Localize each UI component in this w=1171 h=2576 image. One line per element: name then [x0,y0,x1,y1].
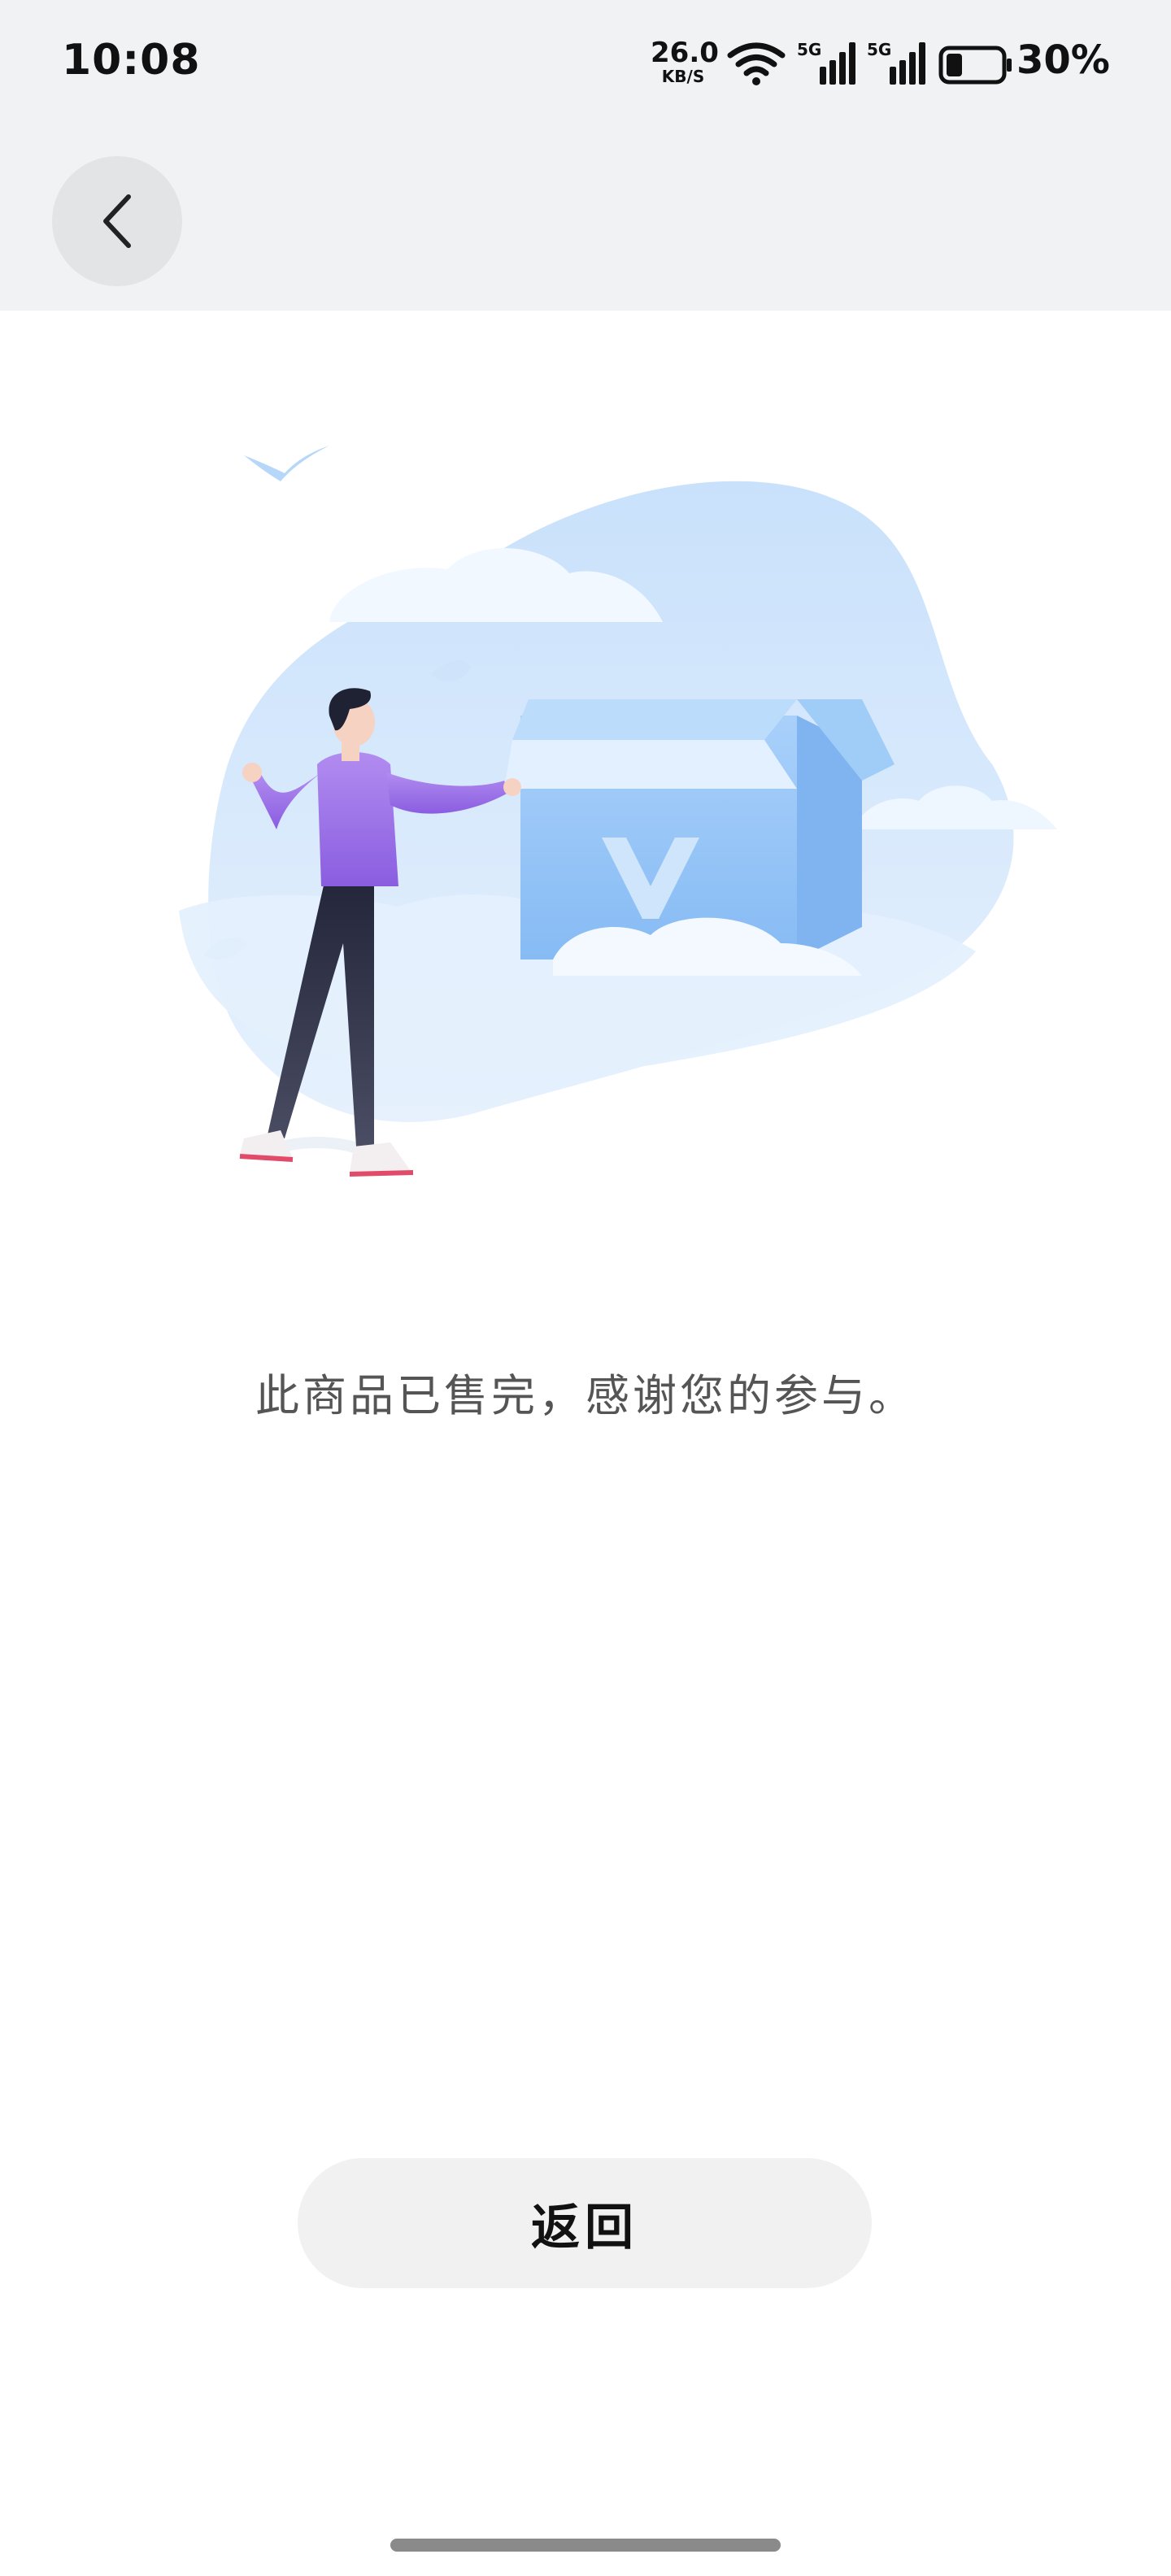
return-button[interactable]: 返回 [298,2158,872,2288]
status-time: 10:08 [62,36,201,85]
network-speed-unit: KB/S [661,67,705,86]
bird-icon [244,446,329,481]
chevron-left-icon [103,194,131,248]
battery-percent: 30% [1016,37,1110,83]
wifi-icon [727,42,786,85]
home-indicator[interactable] [390,2539,781,2552]
sold-out-illustration [179,446,1057,1177]
network-speed-value: 26.0 [651,37,719,69]
gift-box [504,699,895,976]
battery-icon [938,46,1012,85]
cell-signal-icon: 5G [867,40,925,85]
sold-out-message: 此商品已售完，感谢您的参与。 [255,1370,916,1421]
cell-signal-label: 5G [797,40,821,59]
cell-signal-label: 5G [867,40,891,59]
back-button[interactable] [52,156,182,286]
network-speed: 26.0 KB/S [651,37,719,86]
cell-signal-icon: 5G [797,40,855,85]
battery-level-fill [947,54,962,76]
status-bar: 10:08 26.0 KB/S 5G 5G 30% [0,0,1171,130]
